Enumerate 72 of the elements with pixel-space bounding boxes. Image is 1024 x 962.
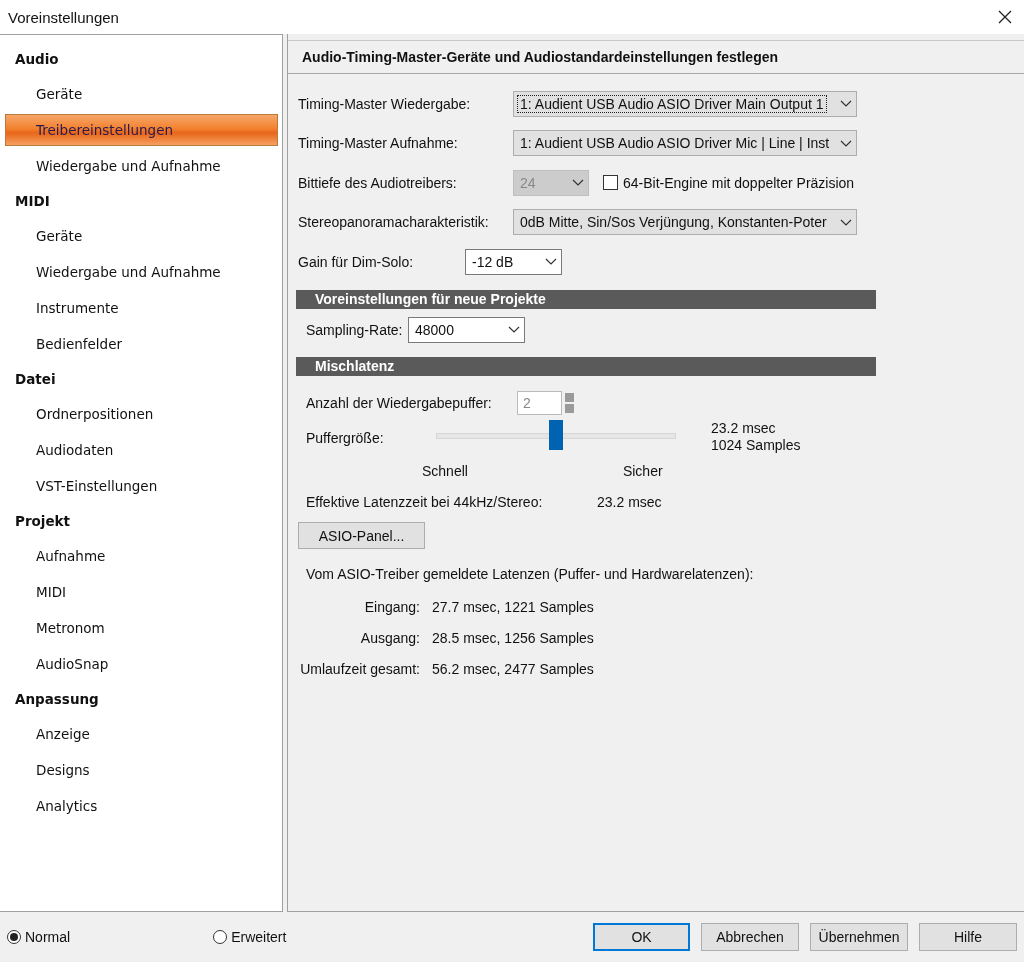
reading-text: 1024 Samples — [711, 436, 801, 454]
close-icon[interactable] — [998, 10, 1012, 24]
radio-label: Erweitert — [231, 929, 287, 945]
field-label: Gain für Dim-Solo: — [298, 253, 415, 270]
sidebar-item[interactable]: Aufnahme — [5, 540, 278, 572]
field-label: Bittiefe des Audiotreibers: — [298, 174, 458, 191]
sidebar-item[interactable]: Wiedergabe und Aufnahme — [5, 150, 278, 182]
field-label: Puffergröße: — [305, 428, 385, 446]
radio-button[interactable] — [7, 930, 21, 944]
dropdown[interactable]: 1: Audient USB Audio ASIO Driver Mic | Line | Inst — [513, 130, 857, 157]
sidebar-item[interactable]: AudioSnap — [5, 648, 278, 680]
dropdown[interactable]: 1: Audient USB Audio ASIO Driver Main Output 1 — [513, 90, 857, 117]
sidebar-item[interactable]: MIDI — [5, 576, 278, 608]
sidebar-item[interactable]: Designs — [5, 754, 278, 786]
dropdown[interactable]: -12 dB — [465, 248, 562, 275]
sidebar-item[interactable]: Treibereinstellungen — [5, 114, 278, 146]
sidebar-item[interactable]: Instrumente — [5, 292, 278, 324]
field-label: Stereopanoramacharakteristik: — [298, 214, 490, 231]
reading-text: 23.2 msec — [711, 419, 777, 437]
panel-heading: Audio-Timing-Master-Geräte und Audiostandardeinstellungen festlegen — [288, 40, 1024, 74]
sidebar-item[interactable]: Wiedergabe und Aufnahme — [5, 256, 278, 288]
slider-thumb[interactable] — [549, 419, 563, 450]
asio-panel-button[interactable]: ASIO-Panel... — [298, 522, 425, 549]
value-text: 56.2 msec, 2477 Samples — [432, 661, 594, 677]
checkbox[interactable] — [603, 175, 618, 191]
info-text: Vom ASIO-Treiber gemeldete Latenzen (Puffer- und Hardwarelatenzen): — [305, 565, 754, 582]
category-label: Projekt — [14, 512, 72, 531]
radio-button[interactable] — [213, 930, 228, 944]
sidebar-item[interactable]: Anzeige — [5, 718, 278, 750]
chevron-down-icon — [508, 326, 520, 333]
number-field[interactable]: 2 — [517, 390, 562, 415]
section-header: Mischlatenz — [296, 356, 876, 376]
sidebar-item[interactable]: Audiodaten — [5, 434, 278, 466]
field-label: Effektive Latenzzeit bei 44kHz/Stereo: — [305, 493, 544, 510]
sidebar-item[interactable]: Geräte — [5, 78, 278, 110]
category-label: Audio — [14, 50, 60, 69]
chevron-down-icon — [545, 258, 557, 266]
dialog-button[interactable]: Übernehmen — [810, 923, 908, 951]
value-text: 27.7 msec, 1221 Samples — [432, 599, 594, 615]
dropdown[interactable]: 48000 — [408, 316, 525, 343]
value-text: 28.5 msec, 1256 Samples — [432, 630, 594, 646]
dialog-button[interactable]: Abbrechen — [701, 923, 799, 951]
chevron-down-icon — [840, 100, 852, 108]
chevron-down-icon — [840, 218, 852, 226]
value-text: 23.2 msec — [597, 493, 662, 510]
dropdown[interactable]: 0dB Mitte, Sin/Sos Verjüngung, Konstanten-Poter — [513, 209, 857, 236]
field-label: Anzahl der Wiedergabepuffer: — [305, 394, 493, 411]
category-label: Datei — [14, 370, 57, 389]
sidebar-item[interactable]: Bedienfelder — [5, 328, 278, 360]
field-label: Umlaufzeit gesamt: — [299, 661, 421, 677]
sidebar-item[interactable]: Geräte — [5, 220, 278, 252]
sidebar-item[interactable]: Analytics — [5, 790, 278, 822]
field-label: Timing-Master Wiedergabe: — [298, 95, 472, 112]
sidebar-item[interactable]: VST-Einstellungen — [5, 470, 278, 502]
checkbox-label: 64-Bit-Engine mit doppelter Präzision — [623, 174, 855, 191]
dialog-button[interactable]: Hilfe — [919, 923, 1017, 951]
field-label: Sampling-Rate: — [305, 321, 404, 338]
radio-label: Normal — [25, 929, 71, 945]
slider-min-label: Schnell — [422, 462, 468, 479]
sidebar-item[interactable]: Ordnerpositionen — [5, 398, 278, 430]
category-label: MIDI — [14, 192, 51, 211]
sidebar-item[interactable]: Metronom — [5, 612, 278, 644]
field-label: Timing-Master Aufnahme: — [298, 135, 459, 152]
chevron-down-icon — [572, 179, 584, 187]
field-label: Ausgang: — [359, 630, 421, 646]
field-label: Eingang: — [363, 599, 421, 615]
category-label: Anpassung — [14, 690, 100, 709]
chevron-down-icon — [840, 139, 852, 147]
window-title: Voreinstellungen — [8, 8, 119, 26]
slider-max-label: Sicher — [622, 462, 663, 479]
dialog-button[interactable]: OK — [593, 923, 690, 951]
section-header: Voreinstellungen für neue Projekte — [296, 289, 876, 309]
